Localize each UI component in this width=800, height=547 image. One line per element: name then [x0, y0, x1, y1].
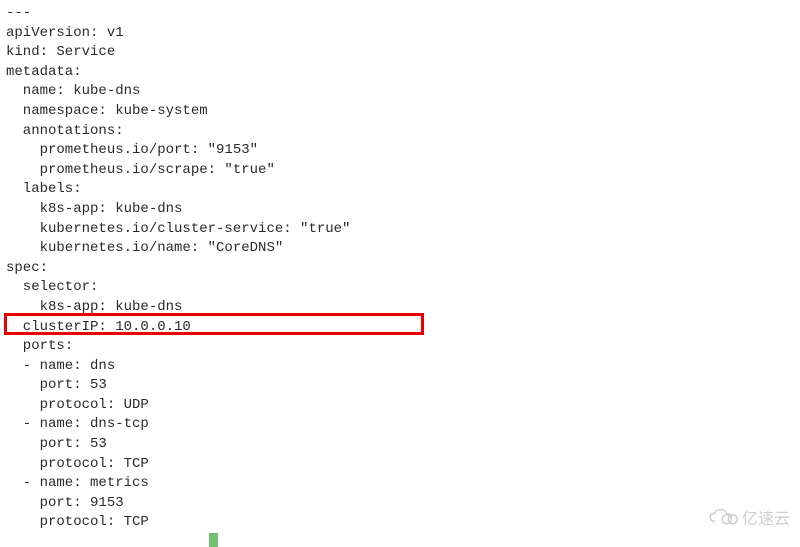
code-line: ports: [6, 337, 800, 357]
code-line: selector: [6, 278, 800, 298]
code-line: namespace: kube-system [6, 102, 800, 122]
code-line: - name: metrics [6, 474, 800, 494]
code-line: clusterIP: 10.0.0.10 [6, 318, 800, 338]
code-line: kubernetes.io/cluster-service: "true" [6, 220, 800, 240]
code-line: kubernetes.io/name: "CoreDNS" [6, 239, 800, 259]
code-line: labels: [6, 180, 800, 200]
code-line: prometheus.io/port: "9153" [6, 141, 800, 161]
code-line: - name: dns-tcp [6, 415, 800, 435]
code-line: apiVersion: v1 [6, 24, 800, 44]
code-line: --- [6, 4, 800, 24]
code-line: spec: [6, 259, 800, 279]
code-line: annotations: [6, 122, 800, 142]
code-line: prometheus.io/scrape: "true" [6, 161, 800, 181]
code-line: port: 53 [6, 435, 800, 455]
code-line: kind: Service [6, 43, 800, 63]
code-line: port: 53 [6, 376, 800, 396]
code-line: k8s-app: kube-dns [6, 298, 800, 318]
code-line: k8s-app: kube-dns [6, 200, 800, 220]
code-line: protocol: UDP [6, 396, 800, 416]
yaml-code-block: ---apiVersion: v1kind: Servicemetadata: … [6, 4, 800, 533]
code-line: metadata: [6, 63, 800, 83]
code-line: protocol: TCP [6, 513, 800, 533]
code-line: protocol: TCP [6, 455, 800, 475]
terminal-cursor [209, 533, 218, 547]
code-line: port: 9153 [6, 494, 800, 514]
code-line: name: kube-dns [6, 82, 800, 102]
code-line: - name: dns [6, 357, 800, 377]
